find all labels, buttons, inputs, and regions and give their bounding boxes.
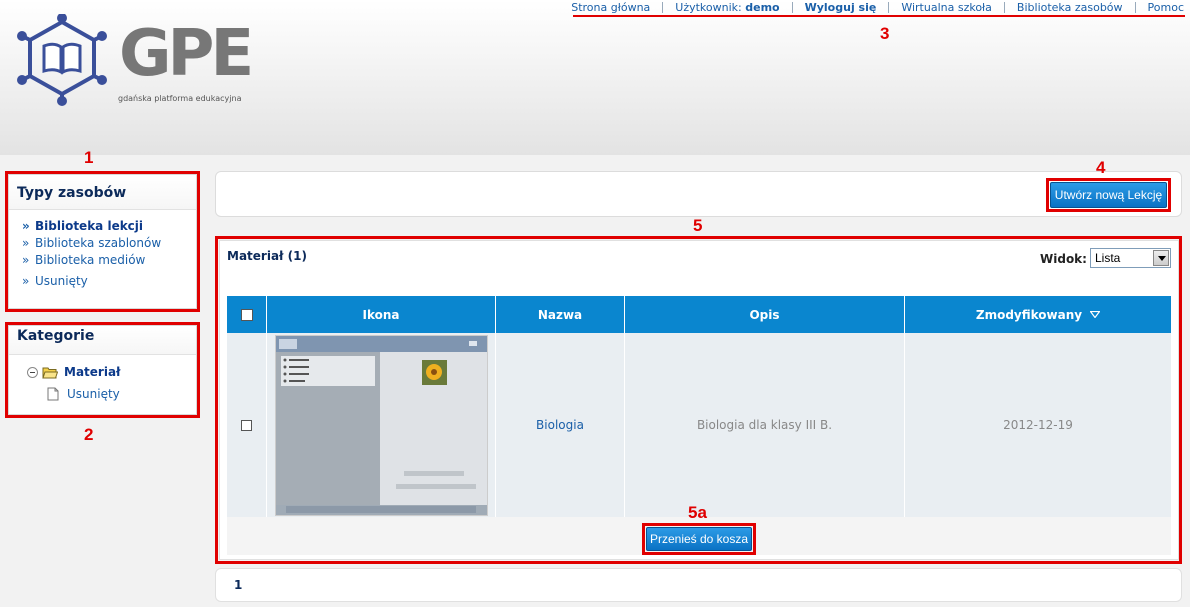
toolbar-panel [215, 171, 1182, 217]
logo-subtitle: gdańska platforma edukacyjna [118, 94, 242, 103]
nav-logout-link[interactable]: Wyloguj się [791, 1, 889, 13]
annotation-box-2 [5, 322, 200, 418]
annotation-3: 3 [880, 24, 890, 43]
nav-help-link[interactable]: Pomoc [1134, 1, 1184, 13]
nav-user-label: Użytkownik: [675, 0, 742, 14]
annotation-underline-3 [573, 15, 1185, 17]
book-hexagon-icon [17, 14, 107, 106]
top-navigation: Strona główna Użytkownik: demo Wyloguj s… [571, 0, 1184, 14]
annotation-box-4 [1046, 178, 1171, 212]
page-header: GPE gdańska platforma edukacyjna Strona … [0, 0, 1190, 155]
pager-current-page[interactable]: 1 [234, 578, 242, 592]
annotation-box-1 [5, 171, 200, 312]
pager-panel [215, 568, 1182, 602]
nav-resource-library-link[interactable]: Biblioteka zasobów [1003, 1, 1135, 13]
annotation-5a: 5a [688, 503, 707, 522]
nav-user: Użytkownik: demo [662, 0, 791, 14]
annotation-4: 4 [1096, 158, 1106, 177]
nav-user-name: demo [745, 0, 780, 14]
gpe-logo[interactable]: GPE gdańska platforma edukacyjna [14, 14, 254, 106]
annotation-2: 2 [84, 425, 94, 444]
logo-text: GPE [119, 17, 254, 91]
nav-virtual-school-link[interactable]: Wirtualna szkoła [888, 1, 1004, 13]
nav-home-link[interactable]: Strona główna [571, 2, 662, 13]
annotation-1: 1 [84, 148, 94, 167]
annotation-5: 5 [693, 216, 703, 235]
annotation-box-5a [642, 523, 756, 555]
